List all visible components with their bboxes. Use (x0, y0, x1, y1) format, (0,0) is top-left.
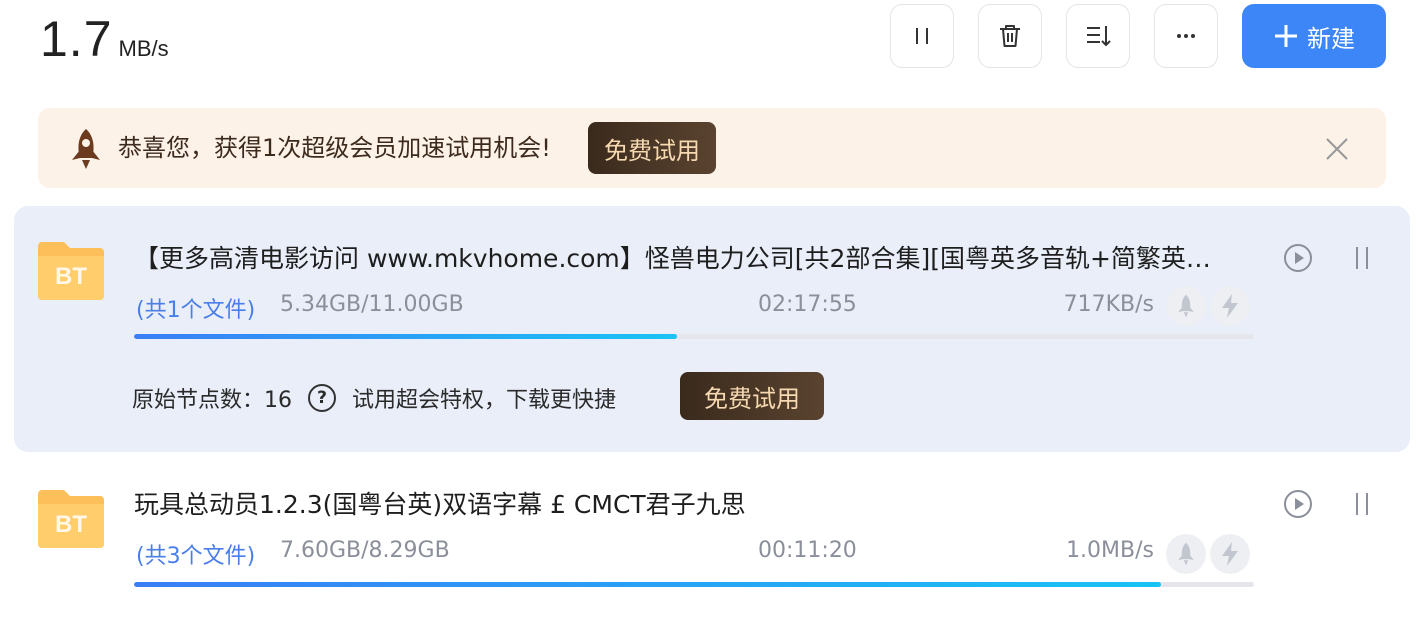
plus-icon (1275, 25, 1297, 47)
svg-text:BT: BT (55, 263, 87, 290)
task-file-count[interactable]: (共1个文件) (136, 292, 255, 324)
play-icon (1284, 244, 1312, 272)
task-title: 【更多高清电影访问 www.mkvhome.com】怪兽电力公司[共2部合集][… (134, 244, 1234, 273)
new-task-label: 新建 (1307, 24, 1355, 53)
more-icon (1177, 34, 1195, 38)
close-icon[interactable] (1322, 134, 1352, 164)
svg-text:BT: BT (55, 511, 87, 538)
lightning-icon (1222, 542, 1238, 566)
task-rate: 1.0MB/s (1066, 538, 1154, 563)
speed-value: 1.7 (40, 11, 113, 67)
task-file-count[interactable]: (共3个文件) (136, 538, 255, 570)
folder-icon: BT (38, 238, 104, 302)
task-size: 7.60GB/8.29GB (280, 538, 450, 563)
task-eta: 02:17:55 (758, 292, 857, 317)
task-title: 玩具总动员1.2.3(国粤台英)双语字幕 £ CMCT君子九思 (134, 490, 746, 519)
vip-accelerate-badge[interactable] (1166, 286, 1206, 326)
pause-icon (1356, 247, 1368, 269)
promo-text: 试用超会特权，下载更快捷 (352, 388, 617, 413)
speedup-badge[interactable] (1210, 534, 1250, 574)
delete-button[interactable] (978, 4, 1042, 68)
new-task-button[interactable]: 新建 (1242, 4, 1386, 68)
task-progress-fill (134, 334, 678, 339)
pause-button[interactable] (1346, 242, 1378, 274)
trash-icon (1000, 25, 1020, 47)
banner-message: 恭喜您，获得1次超级会员加速试用机会! (118, 134, 551, 162)
vip-accelerate-badge[interactable] (1166, 534, 1206, 574)
task-rate: 717KB/s (1063, 292, 1154, 317)
more-button[interactable] (1154, 4, 1218, 68)
pause-button[interactable] (1346, 488, 1378, 520)
rocket-icon (1178, 542, 1194, 566)
vip-trial-banner: 恭喜您，获得1次超级会员加速试用机会! 免费试用 (38, 108, 1386, 188)
task-progress-bar (134, 582, 1254, 587)
rocket-icon (1178, 294, 1194, 318)
sort-icon (1087, 26, 1111, 47)
speedup-badge[interactable] (1210, 286, 1250, 326)
pause-all-button[interactable] (890, 4, 954, 68)
total-speed: 1.7 MB/s (40, 10, 169, 68)
sort-button[interactable] (1066, 4, 1130, 68)
toolbar-header: 1.7 MB/s 新建 (0, 0, 1424, 80)
start-button[interactable] (1282, 242, 1314, 274)
task-row[interactable]: BT 玩具总动员1.2.3(国粤台英)双语字幕 £ CMCT君子九思 (共3个文… (14, 470, 1410, 620)
speed-unit: MB/s (118, 36, 169, 61)
start-button[interactable] (1282, 488, 1314, 520)
lightning-icon (1222, 294, 1238, 318)
task-row[interactable]: BT 【更多高清电影访问 www.mkvhome.com】怪兽电力公司[共2部合… (14, 206, 1410, 452)
nodes-label: 原始节点数：16 (132, 388, 292, 413)
question-icon[interactable]: ? (308, 384, 336, 412)
pause-icon (916, 28, 928, 44)
folder-icon: BT (38, 486, 104, 550)
rocket-icon (72, 129, 100, 169)
task-progress-bar (134, 334, 1254, 339)
pause-icon (1356, 493, 1368, 515)
task-trial-button[interactable]: 免费试用 (680, 372, 824, 420)
task-progress-fill (134, 582, 1162, 587)
node-info: 原始节点数：16 ? 试用超会特权，下载更快捷 (132, 382, 616, 414)
task-size: 5.34GB/11.00GB (280, 292, 464, 317)
task-eta: 00:11:20 (758, 538, 857, 563)
play-icon (1284, 490, 1312, 518)
banner-trial-button[interactable]: 免费试用 (588, 122, 716, 174)
